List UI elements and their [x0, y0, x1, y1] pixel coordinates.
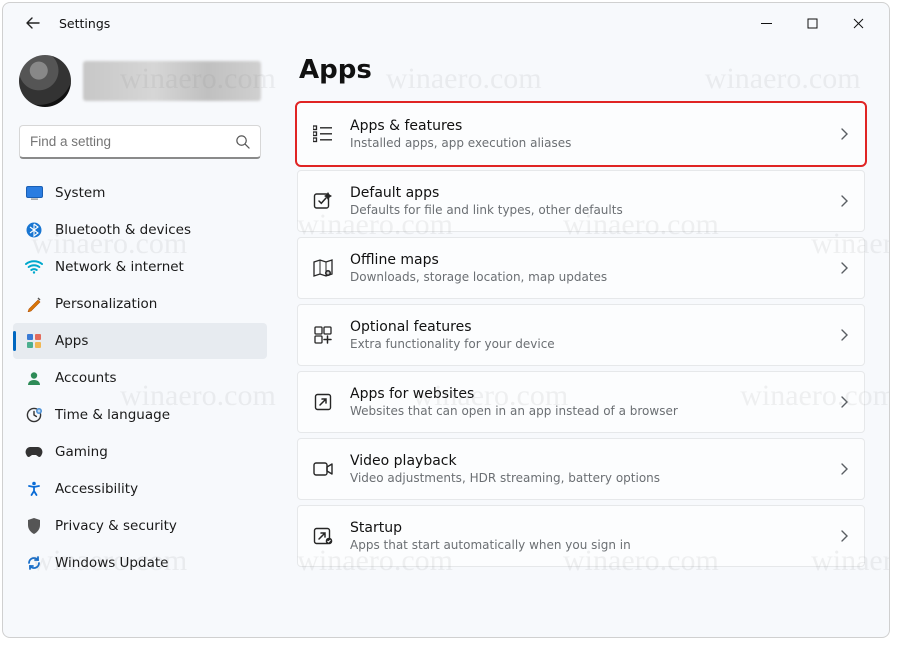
card-video-playback[interactable]: Video playback Video adjustments, HDR st… — [297, 438, 865, 500]
card-subtitle: Video adjustments, HDR streaming, batter… — [350, 470, 824, 486]
clock-icon — [25, 406, 43, 424]
card-apps-features[interactable]: Apps & features Installed apps, app exec… — [297, 103, 865, 165]
wifi-icon — [25, 258, 43, 276]
open-external-icon — [312, 391, 334, 413]
search-icon — [235, 134, 250, 149]
avatar — [19, 55, 71, 107]
gaming-icon — [25, 443, 43, 461]
system-icon — [25, 184, 43, 202]
card-subtitle: Extra functionality for your device — [350, 336, 824, 352]
card-offline-maps[interactable]: Offline maps Downloads, storage location… — [297, 237, 865, 299]
sidebar-item-personalization[interactable]: Personalization — [13, 286, 267, 322]
card-title: Offline maps — [350, 251, 824, 269]
settings-cards: Apps & features Installed apps, app exec… — [297, 103, 865, 567]
sidebar-item-label: Accessibility — [55, 481, 138, 497]
maximize-button[interactable] — [789, 7, 835, 39]
sidebar-item-label: Gaming — [55, 444, 108, 460]
maximize-icon — [807, 18, 818, 29]
card-subtitle: Downloads, storage location, map updates — [350, 269, 824, 285]
startup-icon — [312, 525, 334, 547]
card-text: Offline maps Downloads, storage location… — [350, 251, 824, 285]
sidebar-item-accounts[interactable]: Accounts — [13, 360, 267, 396]
card-title: Apps for websites — [350, 385, 824, 403]
sidebar-item-label: Accounts — [55, 370, 117, 386]
shield-icon — [25, 517, 43, 535]
card-subtitle: Apps that start automatically when you s… — [350, 537, 824, 553]
sidebar-item-bluetooth[interactable]: Bluetooth & devices — [13, 212, 267, 248]
main-content: Apps Apps & features Installed apps, app… — [275, 43, 889, 637]
sidebar-item-label: System — [55, 185, 105, 201]
sidebar-item-label: Privacy & security — [55, 518, 177, 534]
paintbrush-icon — [25, 295, 43, 313]
card-title: Video playback — [350, 452, 824, 470]
bluetooth-icon — [25, 221, 43, 239]
apps-icon — [25, 332, 43, 350]
chevron-right-icon — [840, 530, 848, 542]
update-icon — [25, 554, 43, 572]
user-account-row[interactable] — [13, 49, 267, 121]
sidebar-item-time[interactable]: Time & language — [13, 397, 267, 433]
minimize-icon — [761, 18, 772, 29]
user-name-redacted — [83, 61, 261, 101]
chevron-right-icon — [840, 128, 848, 140]
card-startup[interactable]: Startup Apps that start automatically wh… — [297, 505, 865, 567]
back-arrow-icon — [25, 15, 41, 31]
titlebar: Settings — [3, 3, 889, 43]
chevron-right-icon — [840, 329, 848, 341]
card-text: Apps for websites Websites that can open… — [350, 385, 824, 419]
window-title: Settings — [59, 16, 110, 31]
chevron-right-icon — [840, 195, 848, 207]
sidebar-item-update[interactable]: Windows Update — [13, 545, 267, 581]
sidebar-item-label: Personalization — [55, 296, 157, 312]
card-subtitle: Installed apps, app execution aliases — [350, 135, 824, 151]
sidebar-item-label: Network & internet — [55, 259, 184, 275]
chevron-right-icon — [840, 262, 848, 274]
card-title: Optional features — [350, 318, 824, 336]
map-icon — [312, 257, 334, 279]
card-apps-websites[interactable]: Apps for websites Websites that can open… — [297, 371, 865, 433]
sidebar-item-label: Windows Update — [55, 555, 168, 571]
minimize-button[interactable] — [743, 7, 789, 39]
sidebar-item-gaming[interactable]: Gaming — [13, 434, 267, 470]
default-apps-icon — [312, 190, 334, 212]
optional-features-icon — [312, 324, 334, 346]
sidebar: System Bluetooth & devices Network & int… — [3, 43, 275, 637]
card-subtitle: Defaults for file and link types, other … — [350, 202, 824, 218]
chevron-right-icon — [840, 396, 848, 408]
card-text: Optional features Extra functionality fo… — [350, 318, 824, 352]
list-icon — [312, 123, 334, 145]
back-button[interactable] — [17, 7, 49, 39]
video-icon — [312, 458, 334, 480]
sidebar-item-label: Time & language — [55, 407, 170, 423]
sidebar-item-apps[interactable]: Apps — [13, 323, 267, 359]
card-title: Apps & features — [350, 117, 824, 135]
sidebar-item-system[interactable]: System — [13, 175, 267, 211]
card-text: Default apps Defaults for file and link … — [350, 184, 824, 218]
card-title: Default apps — [350, 184, 824, 202]
accounts-icon — [25, 369, 43, 387]
card-text: Apps & features Installed apps, app exec… — [350, 117, 824, 151]
chevron-right-icon — [840, 463, 848, 475]
sidebar-item-label: Apps — [55, 333, 88, 349]
sidebar-item-label: Bluetooth & devices — [55, 222, 191, 238]
nav-list: System Bluetooth & devices Network & int… — [13, 175, 267, 581]
settings-window: Settings System — [2, 2, 890, 638]
card-default-apps[interactable]: Default apps Defaults for file and link … — [297, 170, 865, 232]
page-title: Apps — [299, 55, 865, 85]
sidebar-item-accessibility[interactable]: Accessibility — [13, 471, 267, 507]
sidebar-item-network[interactable]: Network & internet — [13, 249, 267, 285]
card-title: Startup — [350, 519, 824, 537]
close-button[interactable] — [835, 7, 881, 39]
card-optional-features[interactable]: Optional features Extra functionality fo… — [297, 304, 865, 366]
card-text: Video playback Video adjustments, HDR st… — [350, 452, 824, 486]
sidebar-item-privacy[interactable]: Privacy & security — [13, 508, 267, 544]
search-input[interactable] — [30, 134, 235, 149]
card-text: Startup Apps that start automatically wh… — [350, 519, 824, 553]
card-subtitle: Websites that can open in an app instead… — [350, 403, 824, 419]
window-controls — [743, 7, 881, 39]
accessibility-icon — [25, 480, 43, 498]
close-icon — [853, 18, 864, 29]
search-box[interactable] — [19, 125, 261, 159]
